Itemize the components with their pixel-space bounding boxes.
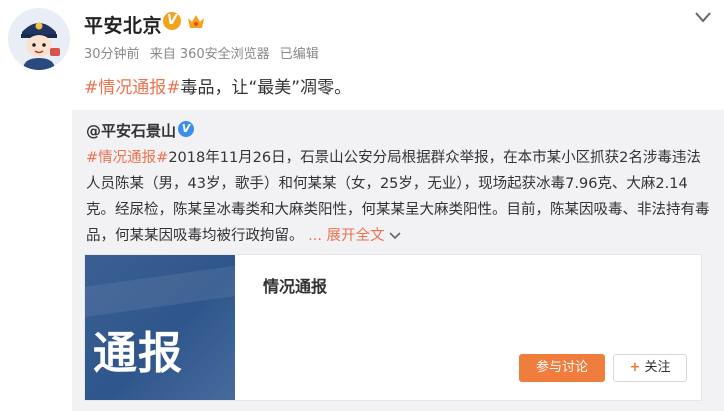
- expand-label[interactable]: ... 展开全文: [308, 228, 384, 244]
- post-source[interactable]: 来自 360安全浏览器: [150, 47, 270, 62]
- chevron-down-icon: [389, 232, 401, 240]
- verified-badge-icon: V: [163, 12, 181, 30]
- avatar[interactable]: [8, 8, 70, 70]
- post-meta: 30分钟前 来自 360安全浏览器 已编辑: [84, 43, 325, 62]
- verified-badge-icon: V: [178, 121, 194, 137]
- repost-username[interactable]: @平安石景山: [86, 120, 176, 141]
- post-text: #情况通报#毒品，让“最美”凋零。: [84, 73, 351, 98]
- expand-link[interactable]: ... 展开全文: [308, 228, 401, 244]
- article-card[interactable]: 通报 情况通报 参与讨论 + 关注: [84, 254, 702, 401]
- edited-label[interactable]: 已编辑: [280, 47, 319, 62]
- plus-icon: +: [629, 360, 641, 375]
- username[interactable]: 平安北京: [84, 11, 162, 38]
- thumbnail-decoration: [85, 260, 235, 320]
- topic-tag[interactable]: #情况通报#: [84, 78, 181, 98]
- post-body: 毒品，让“最美”凋零。: [180, 78, 352, 98]
- chevron-down-icon[interactable]: [694, 10, 712, 24]
- discuss-button[interactable]: 参与讨论: [519, 354, 605, 382]
- repost-card: @平安石景山 V #情况通报#2018年11月26日，石景山公安分局根据群众举报…: [72, 110, 724, 411]
- post-time[interactable]: 30分钟前: [84, 47, 140, 62]
- article-title[interactable]: 情况通报: [263, 273, 327, 297]
- follow-label: 关注: [644, 360, 671, 375]
- repost-text: #情况通报#2018年11月26日，石景山公安分局根据群众举报，在本市某小区抓获…: [86, 145, 710, 249]
- thumbnail-text: 通报: [93, 328, 183, 379]
- repost-topic-tag[interactable]: #情况通报#: [86, 150, 168, 166]
- article-thumbnail[interactable]: 通报: [85, 255, 235, 400]
- follow-button[interactable]: + 关注: [613, 354, 687, 382]
- member-crown-icon[interactable]: [186, 12, 206, 30]
- police-mascot-icon: [8, 8, 70, 70]
